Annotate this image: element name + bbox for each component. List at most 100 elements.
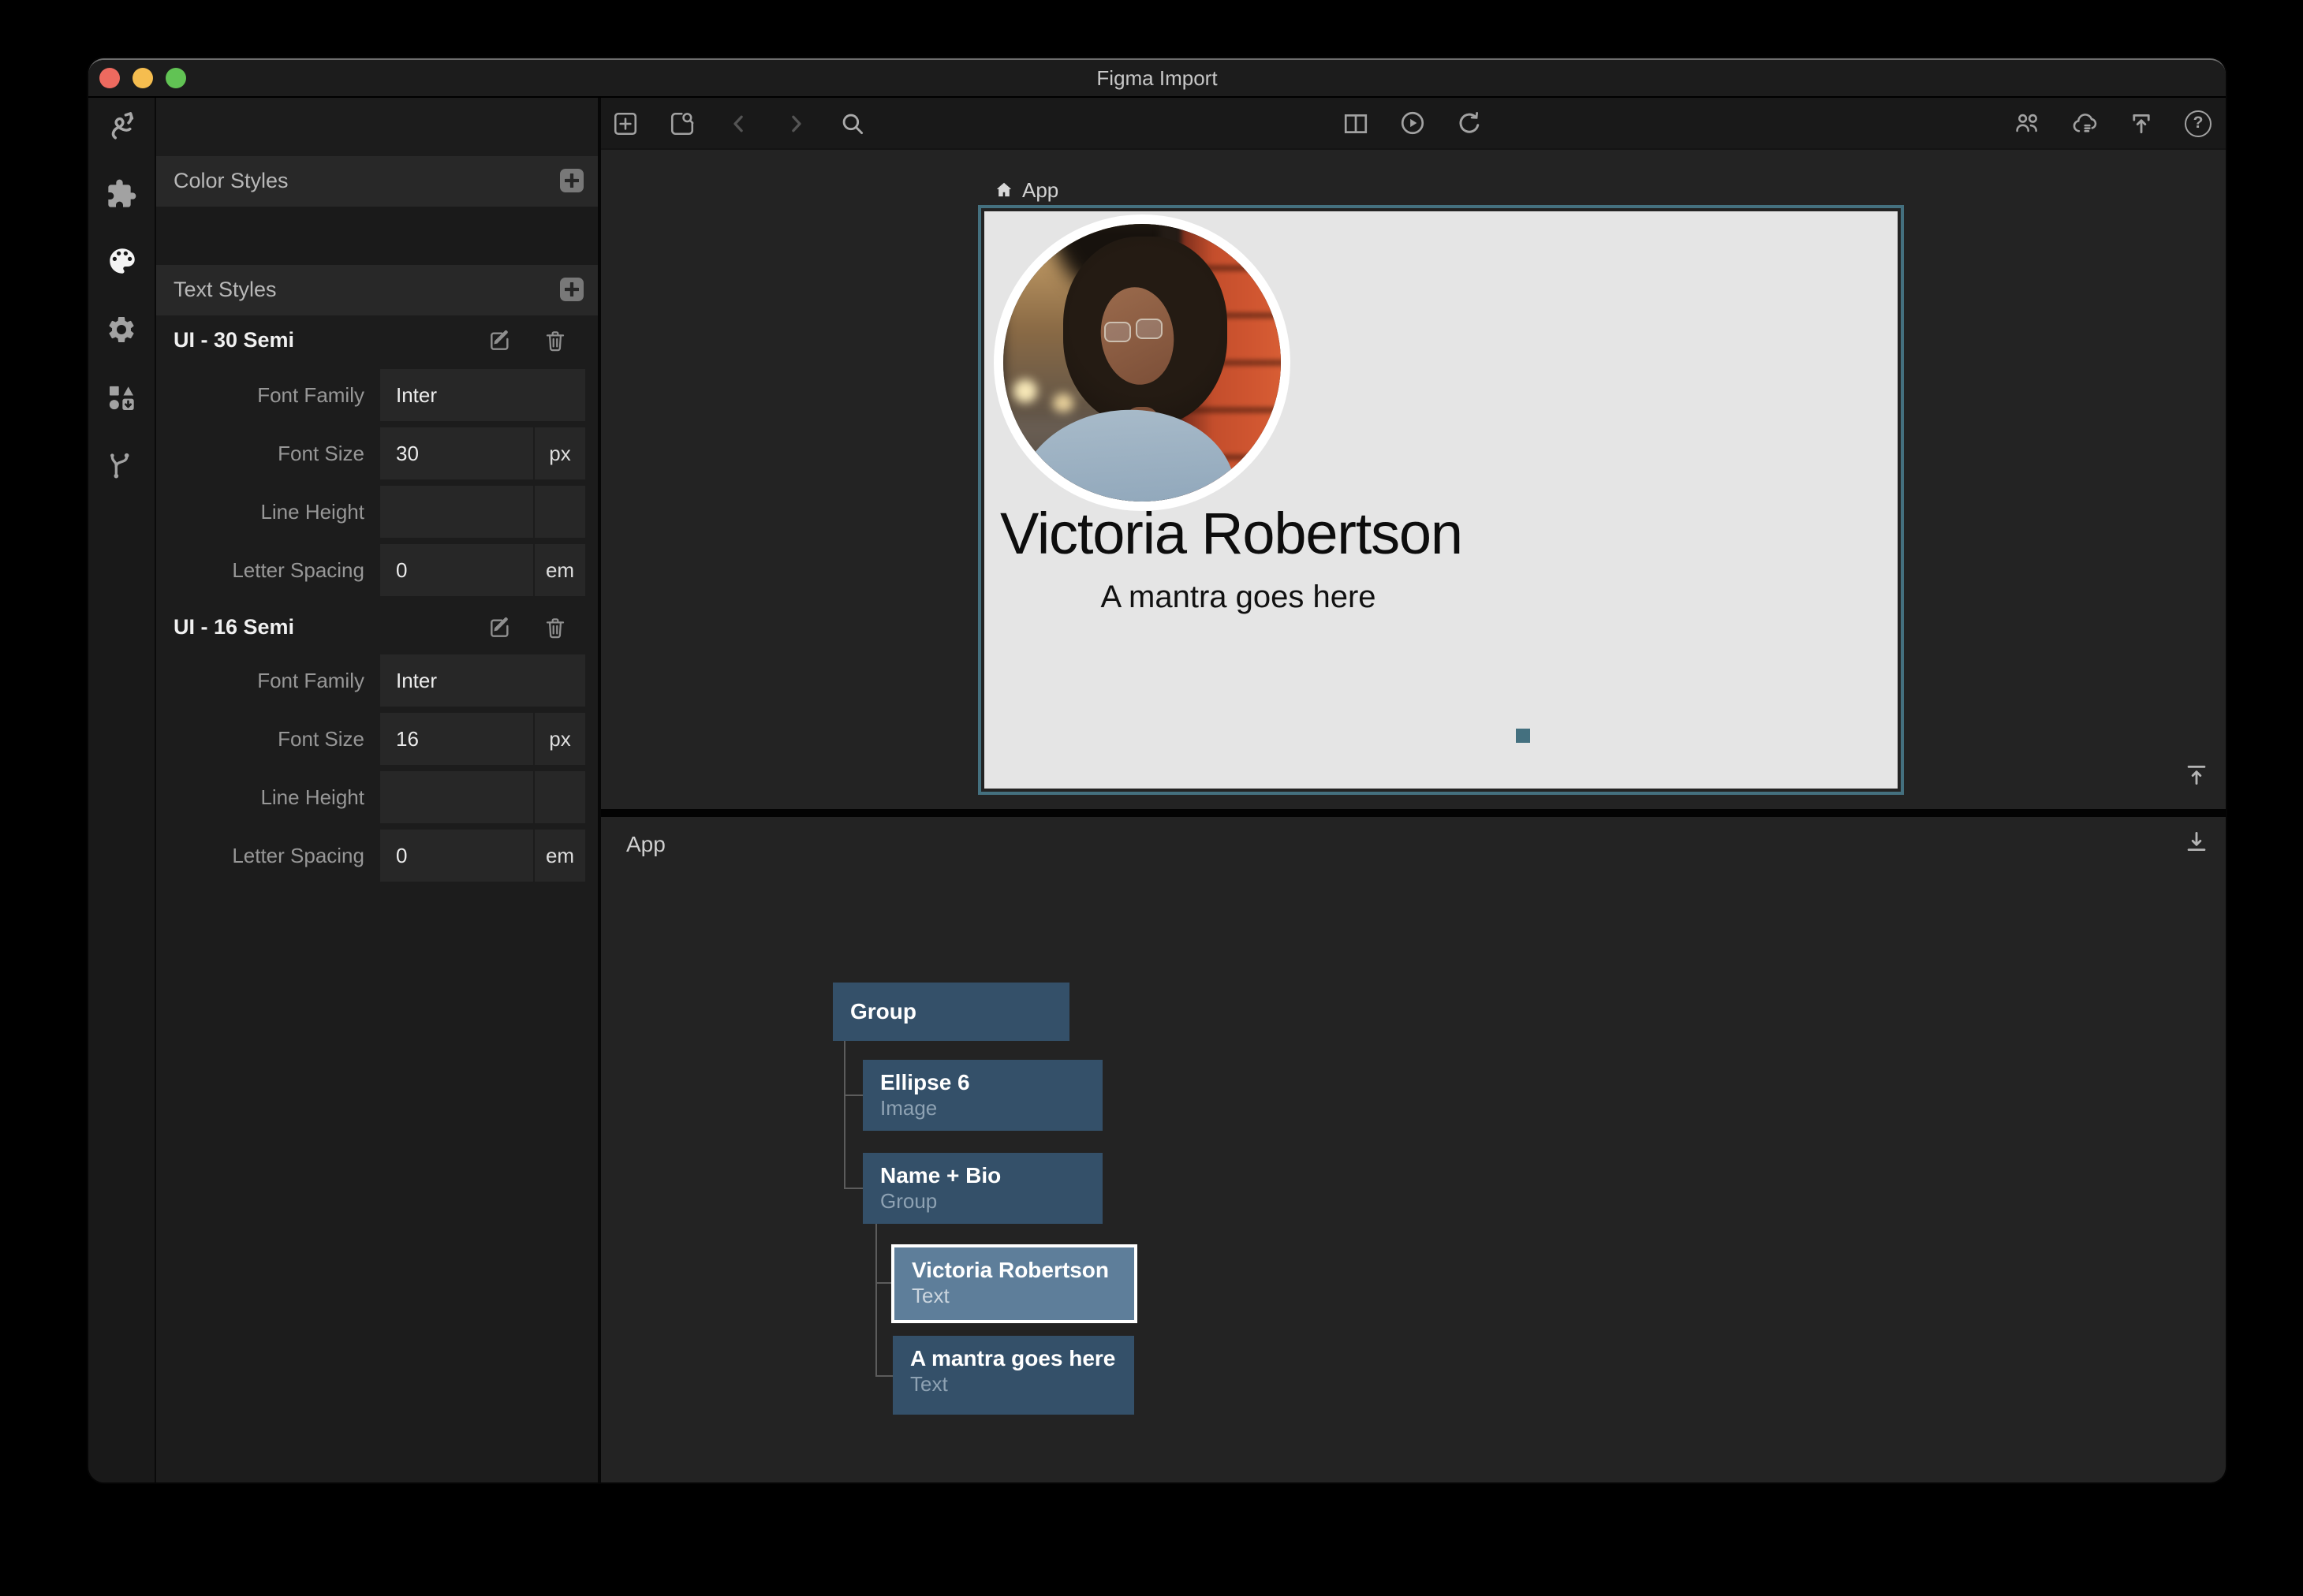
main-area: ? App [601, 98, 2226, 1482]
field-label: Letter Spacing [156, 544, 364, 596]
titlebar: Figma Import [88, 60, 2226, 98]
settings-gear-icon[interactable] [105, 312, 138, 345]
left-icon-rail [88, 98, 156, 1482]
font-family-input[interactable]: Inter [380, 654, 585, 707]
avatar [994, 214, 1290, 511]
tree-node-ellipse-6[interactable]: Ellipse 6 Image [863, 1060, 1103, 1131]
app-window: Figma Import [88, 58, 2226, 1482]
cloud-sync-icon[interactable] [2071, 110, 2098, 136]
add-text-style-button[interactable] [560, 278, 584, 301]
style-name: UI - 16 Semi [174, 602, 294, 653]
collapse-to-top-icon[interactable] [2183, 762, 2210, 789]
field-label: Font Family [156, 369, 364, 421]
assets-import-icon[interactable] [105, 380, 138, 413]
resize-handle[interactable] [1516, 729, 1530, 743]
tree-node-name-bio[interactable]: Name + Bio Group [863, 1153, 1103, 1224]
node-tree-title: App [626, 831, 666, 856]
toolbar-right-group: ? [2014, 98, 2212, 148]
window-body: Color Styles Text Styles UI - 30 Semi [88, 98, 2226, 1482]
tree-connector [875, 1375, 893, 1377]
add-node-icon[interactable] [612, 110, 639, 136]
desktop: Figma Import [0, 0, 2303, 1596]
forward-icon[interactable] [782, 110, 809, 136]
minimize-window-button[interactable] [133, 68, 153, 88]
tree-node-mantra[interactable]: A mantra goes here Text [893, 1336, 1134, 1415]
field-label: Line Height [156, 771, 364, 823]
tree-connector [844, 1188, 863, 1189]
font-size-unit[interactable]: px [535, 427, 585, 479]
back-icon[interactable] [726, 110, 752, 136]
font-size-unit[interactable]: px [535, 713, 585, 765]
styles-palette-icon[interactable] [105, 244, 138, 278]
profile-mantra-text: A mantra goes here [1000, 580, 1476, 617]
node-title: Name + Bio [880, 1161, 1090, 1189]
field-row-font-family: Font Family Inter [156, 369, 598, 427]
line-height-unit[interactable] [535, 771, 585, 823]
selected-frame[interactable]: Victoria Robertson A mantra goes here [978, 205, 1904, 795]
font-size-input[interactable]: 16 [380, 713, 533, 765]
text-styles-title: Text Styles [174, 265, 277, 315]
letter-spacing-unit[interactable]: em [535, 830, 585, 882]
node-type: Group [880, 1189, 1090, 1215]
main-toolbar: ? [601, 98, 2226, 150]
field-label: Font Size [156, 713, 364, 765]
node-type: Text [912, 1284, 1122, 1310]
version-control-branch-icon[interactable] [105, 448, 138, 481]
delete-style-icon[interactable] [543, 615, 568, 640]
profile-card: Victoria Robertson A mantra goes here [984, 211, 1898, 789]
refresh-icon[interactable] [1456, 110, 1483, 136]
add-color-style-button[interactable] [560, 169, 584, 192]
line-height-input[interactable] [380, 486, 533, 538]
tree-node-victoria-robertson[interactable]: Victoria Robertson Text [891, 1244, 1137, 1323]
line-height-input[interactable] [380, 771, 533, 823]
field-label: Font Family [156, 654, 364, 707]
component-browser-icon[interactable] [669, 110, 696, 136]
field-row-letter-spacing: Letter Spacing 0 em [156, 830, 598, 888]
tree-node-group[interactable]: Group [833, 983, 1069, 1041]
breadcrumb[interactable]: App [994, 178, 1058, 202]
preview-play-icon[interactable] [1399, 110, 1426, 136]
field-label: Line Height [156, 486, 364, 538]
canvas[interactable]: App [601, 150, 2226, 809]
nodes-icon[interactable] [105, 109, 138, 142]
letter-spacing-input[interactable]: 0 [380, 544, 533, 596]
styles-panel: Color Styles Text Styles UI - 30 Semi [156, 98, 601, 1482]
node-title: Group [850, 998, 916, 1026]
edit-style-icon[interactable] [487, 615, 513, 640]
toolbar-middle-group [1342, 98, 1483, 148]
traffic-lights [99, 68, 186, 88]
zoom-window-button[interactable] [166, 68, 186, 88]
font-size-input[interactable]: 30 [380, 427, 533, 479]
help-icon[interactable]: ? [2185, 110, 2212, 136]
collapse-to-bottom-icon[interactable] [2183, 828, 2210, 855]
field-row-line-height: Line Height [156, 486, 598, 544]
split-view-icon[interactable] [1342, 110, 1369, 136]
edit-style-icon[interactable] [487, 328, 513, 353]
tree-connector [875, 1282, 891, 1284]
help-glyph: ? [2193, 114, 2204, 132]
close-window-button[interactable] [99, 68, 120, 88]
letter-spacing-unit[interactable]: em [535, 544, 585, 596]
text-styles-header: Text Styles [156, 265, 598, 315]
profile-photo [1003, 224, 1281, 502]
text-style-row-ui-30-semi: UI - 30 Semi [156, 315, 598, 366]
color-styles-empty-area [156, 207, 598, 265]
field-row-line-height: Line Height [156, 771, 598, 830]
font-family-input[interactable]: Inter [380, 369, 585, 421]
color-styles-header: Color Styles [156, 156, 598, 207]
node-type: Text [910, 1372, 1122, 1398]
node-title: Victoria Robertson [912, 1255, 1122, 1284]
line-height-unit[interactable] [535, 486, 585, 538]
delete-style-icon[interactable] [543, 328, 568, 353]
field-label: Font Size [156, 427, 364, 479]
field-row-font-size: Font Size 16 px [156, 713, 598, 771]
letter-spacing-input[interactable]: 0 [380, 830, 533, 882]
collaborators-icon[interactable] [2014, 110, 2041, 136]
window-title: Figma Import [88, 60, 2226, 96]
search-icon[interactable] [839, 110, 866, 136]
tree-connector [875, 1224, 877, 1377]
components-puzzle-icon[interactable] [105, 177, 138, 210]
export-up-icon[interactable] [2128, 110, 2155, 136]
panel-divider[interactable] [601, 809, 2226, 817]
profile-name-text: Victoria Robertson [1000, 502, 1883, 568]
